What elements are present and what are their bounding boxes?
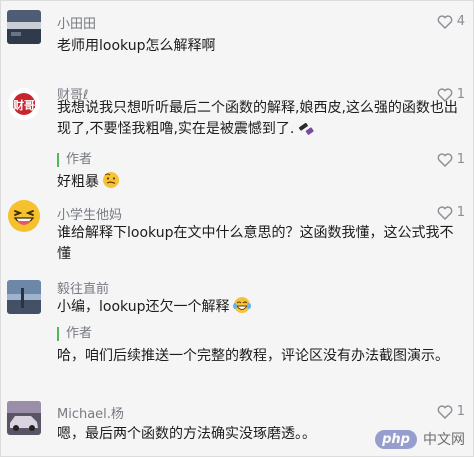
mop-emoji-icon xyxy=(297,122,315,143)
heart-icon xyxy=(437,14,453,29)
heart-icon xyxy=(437,404,453,419)
comment-text: 小编，lookup还欠一个解释 xyxy=(57,296,461,321)
like-count: 1 xyxy=(456,152,465,167)
like-count: 4 xyxy=(456,14,465,29)
username[interactable]: 小田田 xyxy=(57,13,96,32)
author-reply-label: 作者 xyxy=(57,327,92,341)
tears-of-joy-emoji-icon xyxy=(232,296,252,321)
like-button[interactable]: 4 xyxy=(437,14,465,29)
username[interactable]: Michael.杨 xyxy=(57,403,124,422)
landscape-avatar-icon xyxy=(7,10,41,44)
avatar[interactable] xyxy=(7,401,41,435)
like-button[interactable]: 1 xyxy=(437,152,465,167)
avatar[interactable] xyxy=(7,199,41,233)
like-count: 1 xyxy=(456,205,465,220)
heart-icon xyxy=(437,205,453,220)
awkward-emoji-icon xyxy=(102,171,120,196)
avatar[interactable]: 财哥 xyxy=(7,87,41,121)
like-count: 1 xyxy=(456,404,465,419)
reply-text-body: 好粗暴 xyxy=(57,174,99,190)
car-avatar-icon xyxy=(7,401,41,435)
comment-text-body: 我想说我只想听听最后二个函数的解释,娘西皮,这么强的函数也出现了,不要怪我粗噜,… xyxy=(57,100,458,137)
watermark-text: 中文网 xyxy=(423,432,465,448)
username[interactable]: 毅往直前 xyxy=(57,278,109,297)
site-watermark: php 中文网 xyxy=(375,429,465,449)
comment-section: 小田田 4 老师用lookup怎么解释啊 财哥 财哥ℓ 1 我想说我只想听听最后… xyxy=(0,0,474,457)
red-seal-avatar-icon: 财哥 xyxy=(8,88,40,120)
avatar-seal-text: 财哥 xyxy=(12,98,35,112)
avatar[interactable] xyxy=(7,10,41,44)
reply-text: 哈，咱们后续推送一个完整的教程，评论区没有办法截图演示。 xyxy=(57,348,449,364)
heart-icon xyxy=(437,152,453,167)
comment-text: 老师用lookup怎么解释啊 xyxy=(57,38,216,54)
username[interactable]: 小学生他妈 xyxy=(57,204,122,223)
watermark-php-logo: php xyxy=(375,429,417,449)
like-button[interactable]: 1 xyxy=(437,404,465,419)
comment-text: 我想说我只想听听最后二个函数的解释,娘西皮,这么强的函数也出现了,不要怪我粗噜,… xyxy=(57,98,461,143)
avatar[interactable] xyxy=(7,280,41,314)
reply-text: 好粗暴 xyxy=(57,171,461,196)
comment-text-body: 小编，lookup还欠一个解释 xyxy=(57,299,230,315)
grin-emoji-avatar-icon xyxy=(8,200,40,232)
like-button[interactable]: 1 xyxy=(437,205,465,220)
sky-avatar-icon xyxy=(7,280,41,314)
comment-text: 谁给解释下lookup在文中什么意思的？这函数我懂，这公式我不懂 xyxy=(57,225,454,262)
author-reply-label: 作者 xyxy=(57,153,92,167)
